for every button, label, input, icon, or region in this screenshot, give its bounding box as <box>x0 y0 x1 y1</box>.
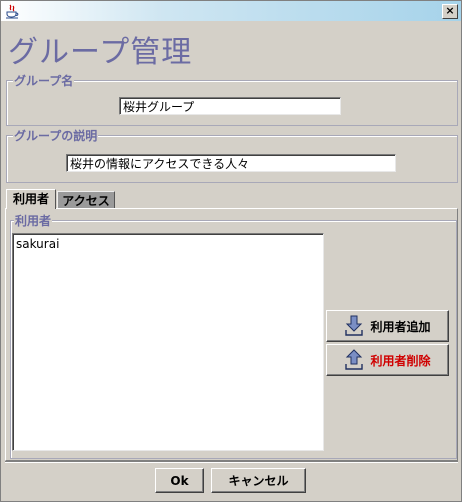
tab-users[interactable]: 利用者 <box>6 189 56 209</box>
users-list[interactable]: sakurai <box>12 233 324 451</box>
upload-arrow-icon <box>345 349 364 370</box>
footer-separator <box>5 461 458 463</box>
title-bar[interactable]: × <box>1 1 461 21</box>
remove-user-label: 利用者削除 <box>370 353 431 368</box>
add-user-label: 利用者追加 <box>370 319 431 334</box>
tab-access[interactable]: アクセス <box>57 191 115 209</box>
close-icon: × <box>445 4 455 17</box>
list-item[interactable]: sakurai <box>16 237 320 251</box>
remove-user-button[interactable]: 利用者削除 <box>326 344 449 376</box>
group-name-legend: グループ名 <box>13 72 75 89</box>
page-title: グループ管理 <box>8 35 193 70</box>
download-arrow-icon <box>345 315 364 336</box>
java-icon <box>6 4 19 19</box>
users-legend: 利用者 <box>14 212 53 229</box>
close-button[interactable]: × <box>442 4 458 19</box>
group-description-field[interactable]: 桜井の情報にアクセスできる人々 <box>66 154 396 172</box>
ok-button[interactable]: Ok <box>155 468 204 493</box>
cancel-button[interactable]: キャンセル <box>211 468 306 493</box>
cancel-label: キャンセル <box>228 474 289 488</box>
add-user-button[interactable]: 利用者追加 <box>326 310 449 342</box>
group-name-field[interactable]: 桜井グループ <box>119 97 341 115</box>
group-description-legend: グループの説明 <box>13 127 99 144</box>
dialog-window: × グループ管理 グループ名 桜井グループ グループの説明 桜井の情報にアクセス… <box>0 0 462 502</box>
ok-label: Ok <box>170 473 189 488</box>
